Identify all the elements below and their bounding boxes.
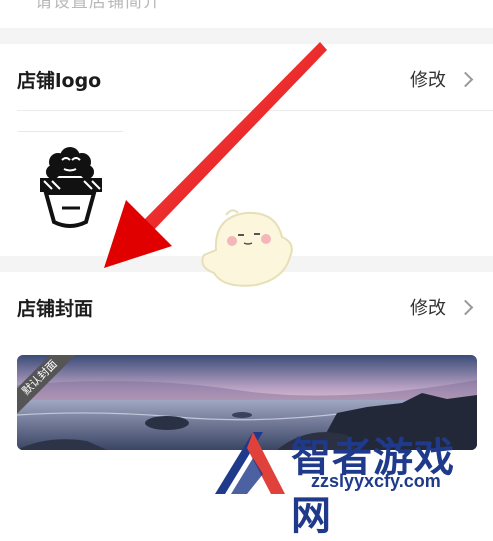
watermark-url: zzslyyxcfy.com: [311, 471, 441, 491]
watermark-logo-icon: [215, 432, 285, 494]
section-gap: [0, 28, 493, 44]
description-placeholder: 请设置店铺简介: [35, 0, 161, 12]
shop-logo-image[interactable]: [18, 131, 123, 237]
cover-edit-button[interactable]: 修改: [410, 294, 474, 320]
cover-edit-label: 修改: [410, 298, 446, 319]
logo-edit-button[interactable]: 修改: [410, 66, 474, 92]
divider: [17, 110, 493, 111]
chevron-right-icon: [457, 71, 474, 87]
description-field[interactable]: 请设置店铺简介: [0, 0, 493, 28]
cover-title: 店铺封面: [17, 298, 94, 320]
site-watermark: 智者游戏网 zzslyyxcfy.com: [213, 428, 493, 539]
mascot-sticker-icon: [201, 209, 293, 287]
logo-row[interactable]: 店铺logo 修改: [0, 44, 493, 110]
brain-logo-icon: [40, 147, 102, 228]
logo-edit-label: 修改: [410, 70, 446, 91]
chevron-right-icon: [457, 299, 474, 315]
logo-title: 店铺logo: [17, 70, 102, 92]
